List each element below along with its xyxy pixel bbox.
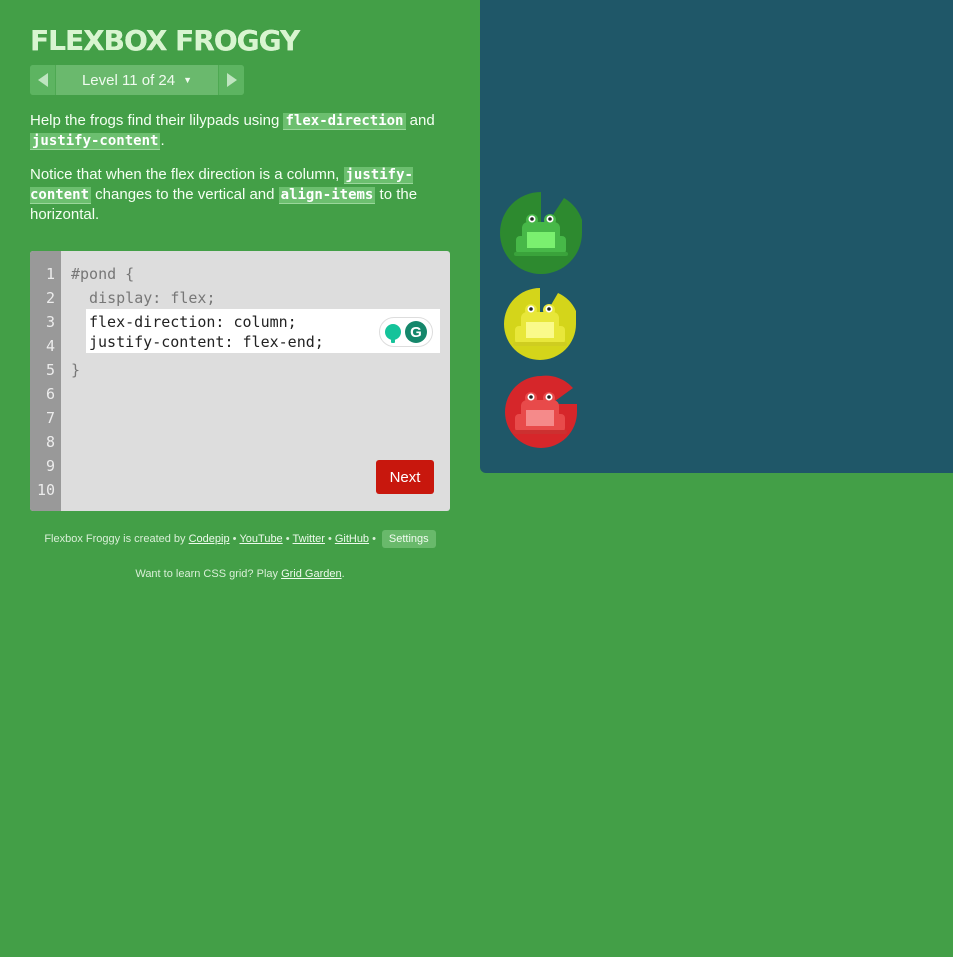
link-youtube[interactable]: YouTube [239,533,282,545]
line-number: 2 [45,289,55,307]
bullet: • [327,533,332,545]
bullet: • [285,533,290,545]
pond [480,0,953,473]
link-codepip[interactable]: Codepip [189,533,230,545]
arrow-right-icon [226,73,237,87]
arrow-left-icon [37,73,48,87]
line-number: 9 [45,457,55,475]
instruction-text: and [405,112,435,129]
next-level-button[interactable] [218,65,244,95]
line-number: 10 [36,481,55,499]
code-flex-direction: flex-direction [283,113,406,130]
line-number-gutter: 1 2 3 4 5 6 7 8 9 10 [30,251,61,511]
next-button[interactable]: Next [376,460,434,494]
credits: Flexbox Froggy is created by Codepip • You… [30,530,450,548]
grammarly-widget[interactable]: G [379,317,433,347]
code-align-items: align-items [278,187,376,204]
instruction-text: Help the frogs find their lilypads using [30,112,284,129]
code-line-1: #pond { [71,265,135,283]
level-navigation: Level 11 of 24 ▼ [30,65,244,95]
code-line-5: } [71,361,81,379]
line-number: 7 [45,409,55,427]
red-frog [513,392,567,434]
line-number: 5 [45,361,55,379]
bullet: • [232,533,237,545]
level-label: Level 11 of 24 [81,71,176,89]
link-github[interactable]: GitHub [335,533,369,545]
green-frog [514,214,568,256]
instruction-paragraph-1: Help the frogs find their lilypads using… [30,111,450,151]
instruction-text: changes to the vertical and [91,186,279,203]
grid-note-text: Want to learn CSS grid? Play [135,568,282,580]
previous-level-button[interactable] [30,65,56,95]
instruction-text: . [160,132,165,149]
code-justify-content: justify-content [30,133,161,150]
app-title: FLEXBOX FROGGY [30,24,300,57]
instructions: Help the frogs find their lilypads using… [30,111,450,238]
credits-text: Flexbox Froggy is created by [44,533,189,545]
grid-garden-note: Want to learn CSS grid? Play Grid Garden… [30,568,450,580]
line-number: 1 [45,265,55,283]
caret-down-icon: ▼ [183,75,193,85]
lightbulb-icon[interactable] [385,324,401,343]
settings-button[interactable]: Settings [381,530,436,548]
yellow-frog [513,304,567,346]
line-number: 3 [45,313,55,331]
link-grid-garden[interactable]: Grid Garden [281,568,342,580]
instruction-paragraph-2: Notice that when the flex direction is a… [30,165,450,224]
line-number: 6 [45,385,55,403]
bullet: • [372,533,376,545]
line-number: 8 [45,433,55,451]
instruction-text: Notice that when the flex direction is a… [30,166,344,183]
line-number: 4 [45,337,55,355]
grammarly-icon[interactable]: G [405,321,427,343]
link-twitter[interactable]: Twitter [293,533,325,545]
level-dropdown[interactable]: Level 11 of 24 ▼ [56,65,218,95]
code-editor: 1 2 3 4 5 6 7 8 9 10 #pond { display: fl… [30,251,450,511]
grid-note-text: . [341,568,345,580]
